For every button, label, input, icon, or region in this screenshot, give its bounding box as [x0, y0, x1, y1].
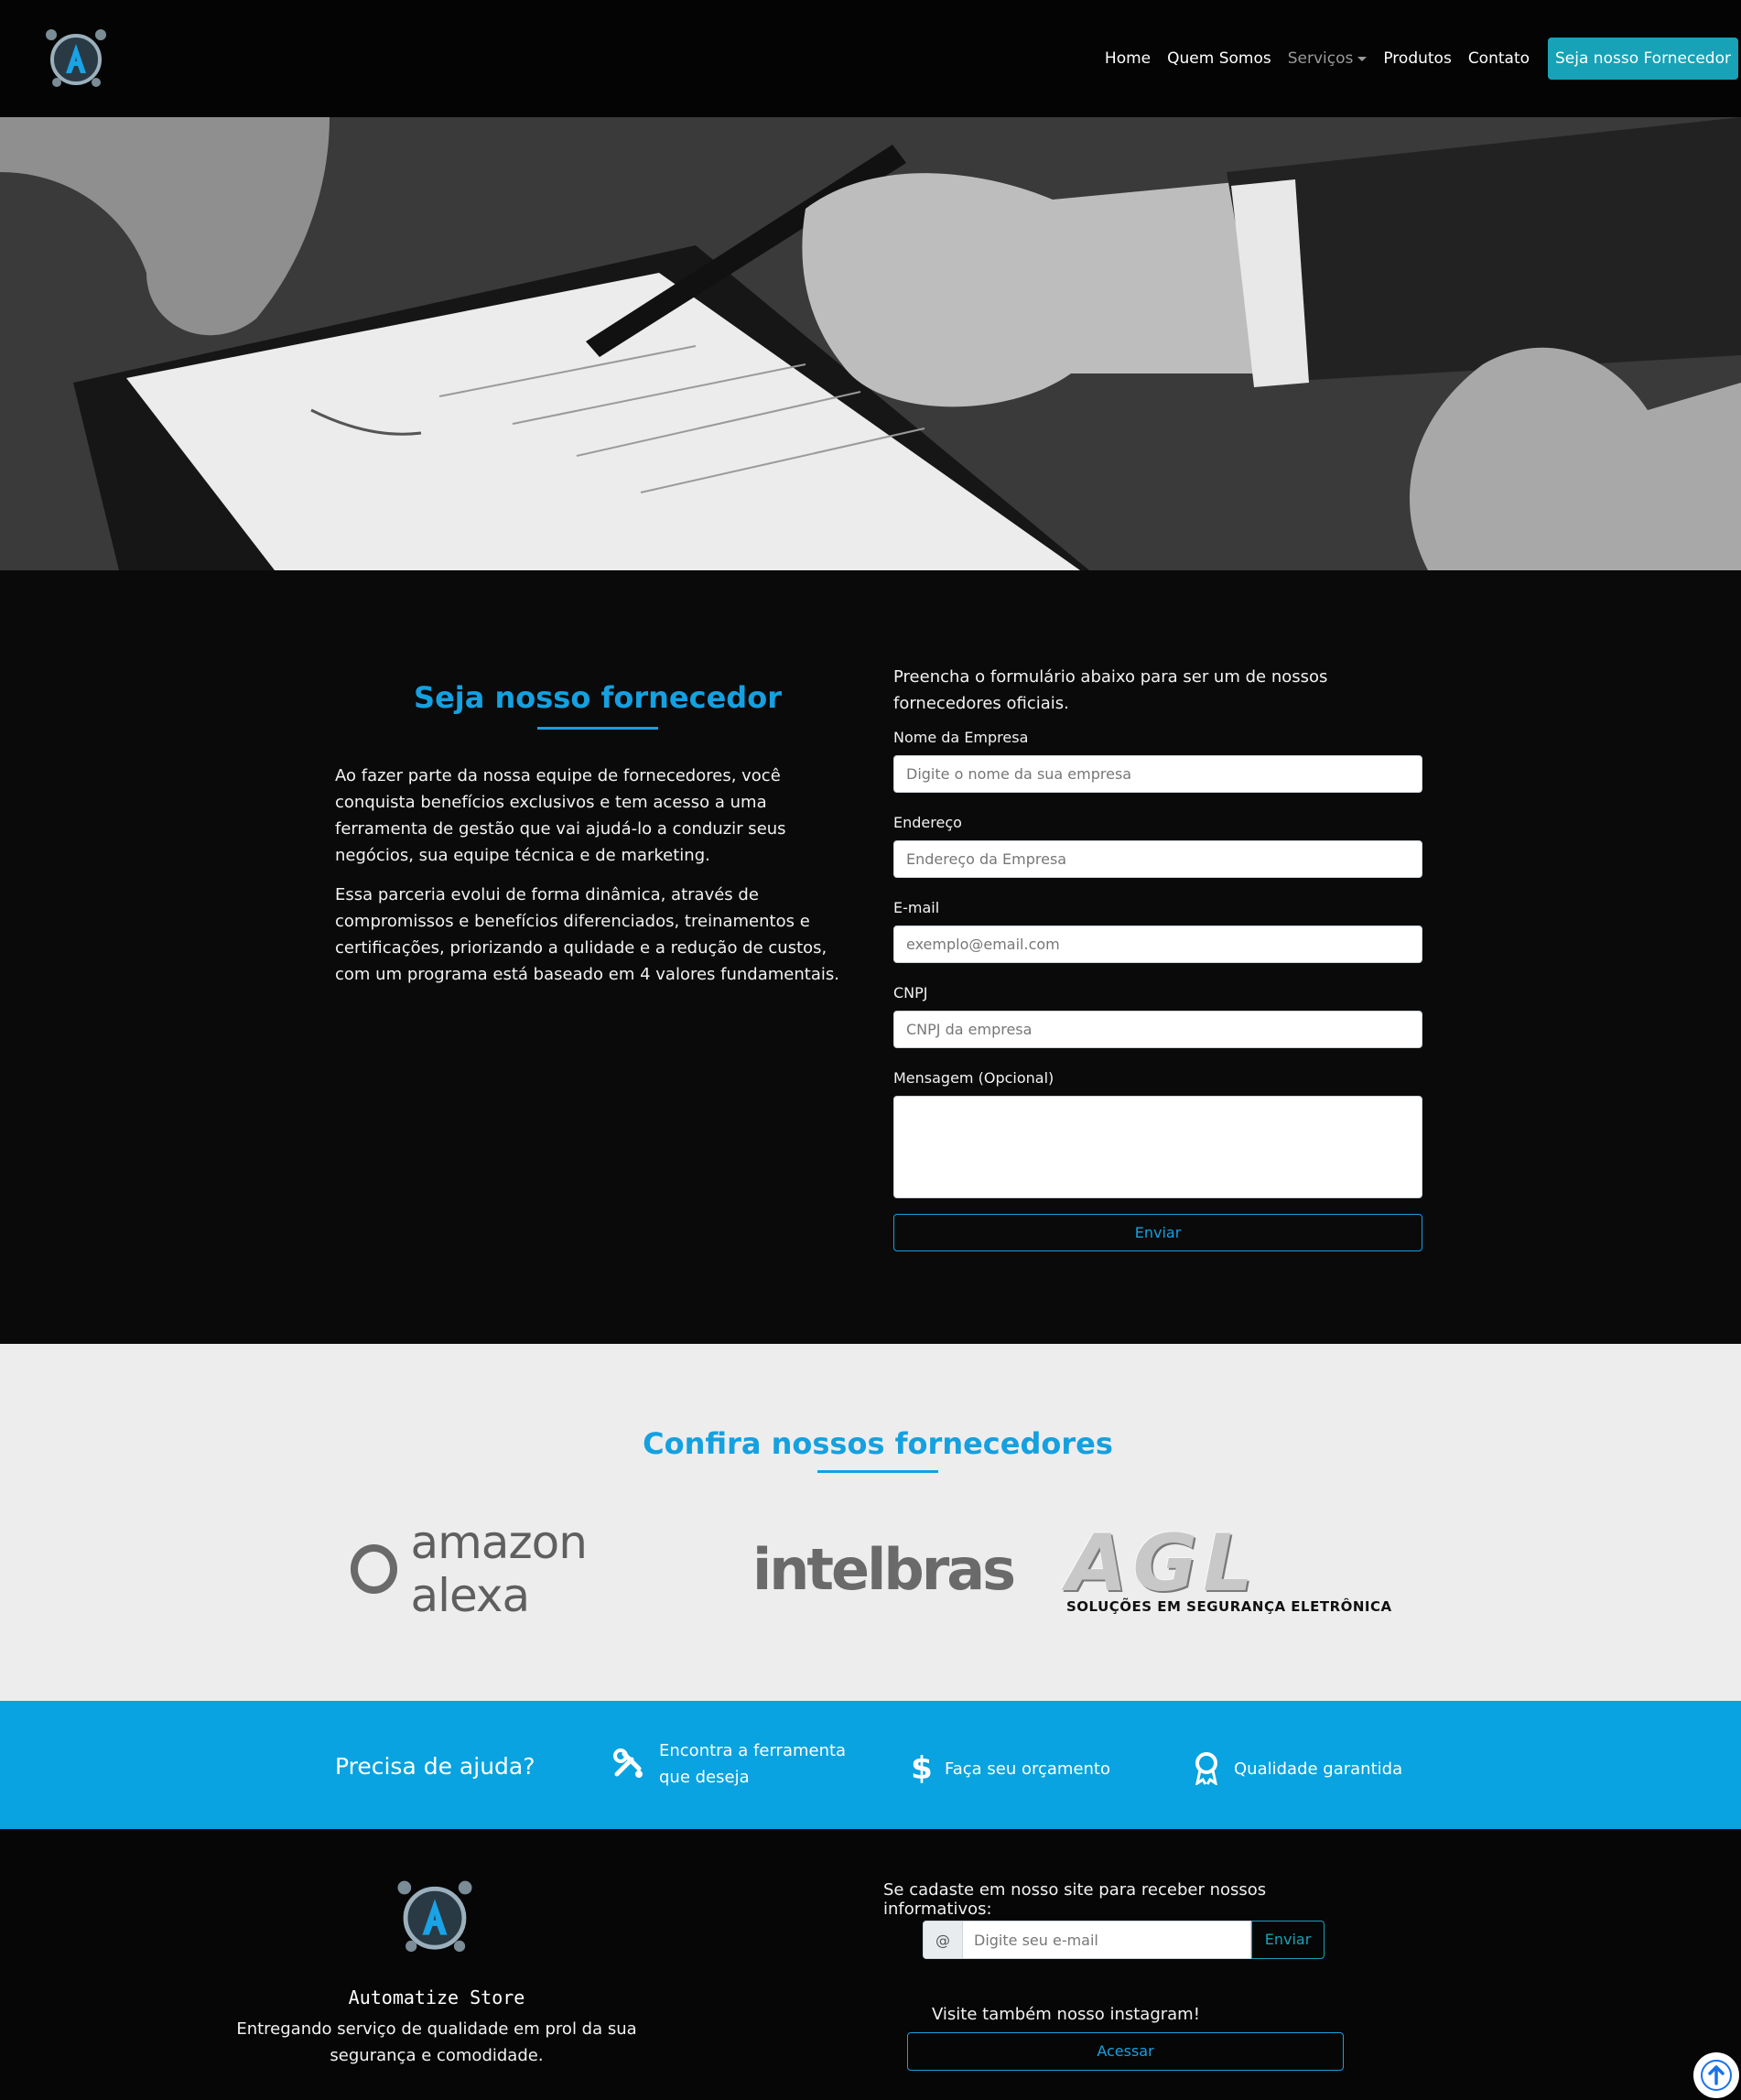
help-item-tools[interactable]: Encontra a ferramenta que deseja [611, 1737, 846, 1791]
help-item-label: Encontra a ferramenta que deseja [659, 1737, 846, 1791]
company-name-input[interactable] [893, 755, 1422, 793]
address-input[interactable] [893, 840, 1422, 878]
navbar: Home Quem Somos Serviços Produtos Contat… [0, 0, 1741, 117]
cnpj-input[interactable] [893, 1011, 1422, 1048]
newsletter-submit-button[interactable]: Enviar [1251, 1921, 1325, 1959]
nav-quem-somos[interactable]: Quem Somos [1167, 49, 1271, 68]
supplier-paragraph: Ao fazer parte da nossa equipe de fornec… [335, 766, 786, 865]
back-to-top-button[interactable] [1693, 2052, 1739, 2098]
message-textarea[interactable] [893, 1096, 1422, 1198]
newsletter-text: Se cadaste em nosso site para receber no… [883, 1880, 1267, 1919]
help-item-line: Encontra a ferramenta [659, 1741, 847, 1760]
automatize-logo-icon [395, 1878, 474, 1955]
email-input[interactable] [893, 926, 1422, 963]
nav-links: Home Quem Somos Serviços Produtos Contat… [1105, 38, 1741, 80]
seja-fornecedor-button[interactable]: Seja nosso Fornecedor [1548, 38, 1738, 80]
address-label: Endereço [893, 814, 962, 831]
nav-servicos-dropdown[interactable]: Serviços [1288, 49, 1368, 68]
agl-logo-subtitle: SOLUÇÕES EM SEGURANÇA ELETRÔNICA [1066, 1598, 1392, 1615]
nav-contato[interactable]: Contato [1468, 49, 1530, 68]
at-sign-icon: @ [923, 1921, 963, 1959]
help-bar: Precisa de ajuda? Encontra a ferramenta … [0, 1701, 1741, 1829]
tools-icon [611, 1747, 646, 1781]
supplier-description: Ao fazer parte da nossa equipe de fornec… [335, 763, 860, 1001]
intelbras-logo: intelbras [752, 1536, 1016, 1603]
submit-button[interactable]: Enviar [893, 1214, 1422, 1251]
partners-title: Confira nossos fornecedores [643, 1426, 1113, 1461]
help-item-orcamento[interactable]: $ Faça seu orçamento [911, 1749, 1110, 1787]
title-underline [537, 727, 658, 730]
email-label: E-mail [893, 899, 940, 916]
award-icon [1192, 1751, 1221, 1786]
amazon-alexa-logo: amazon alexa [351, 1516, 698, 1622]
newsletter-group: @ Enviar [923, 1921, 1325, 1959]
help-title: Precisa de ajuda? [335, 1753, 535, 1780]
agl-logo: AGL SOLUÇÕES EM SEGURANÇA ELETRÔNICA [1066, 1518, 1392, 1615]
footer-tagline: Entregando serviço de qualidade em prol … [236, 2019, 637, 2065]
footer-brand: Automatize Store [348, 1986, 525, 2008]
company-name-label: Nome da Empresa [893, 729, 1029, 746]
automatize-logo-icon[interactable] [44, 27, 108, 90]
alexa-ring-icon [351, 1544, 398, 1594]
caret-down-icon [1357, 56, 1368, 61]
arrow-up-icon [1701, 2060, 1732, 2091]
partners-section: Confira nossos fornecedores amazon alexa… [0, 1344, 1741, 1701]
supplier-form: Preencha o formulário abaixo para ser um… [893, 664, 1422, 1251]
help-item-qualidade[interactable]: Qualidade garantida [1192, 1751, 1402, 1786]
agl-logo-text: AGL [1066, 1518, 1259, 1609]
help-item-label: Faça seu orçamento [945, 1759, 1110, 1779]
instagram-text: Visite também nosso instagram! [932, 2005, 1200, 2024]
nav-home[interactable]: Home [1105, 49, 1151, 68]
help-item-line: que deseja [659, 1768, 750, 1787]
newsletter-email-input[interactable] [963, 1921, 1251, 1959]
form-intro: Preencha o formulário abaixo para ser um… [893, 667, 1328, 713]
instagram-button[interactable]: Acessar [907, 2032, 1344, 2071]
footer: Automatize Store Entregando serviço de q… [0, 1829, 1741, 2100]
nav-produtos[interactable]: Produtos [1383, 49, 1451, 68]
hero-image [0, 117, 1741, 570]
supplier-title: Seja nosso fornecedor [414, 680, 782, 715]
alexa-logo-text: amazon alexa [410, 1516, 588, 1622]
message-label: Mensagem (Opcional) [893, 1069, 1054, 1087]
supplier-section: Seja nosso fornecedor Ao fazer parte da … [0, 570, 1741, 1344]
dollar-icon: $ [911, 1749, 933, 1787]
cnpj-label: CNPJ [893, 984, 928, 1001]
nav-servicos-label: Serviços [1287, 49, 1354, 68]
supplier-paragraph: Essa parceria evolui de forma dinâmica, … [335, 885, 839, 984]
help-item-label: Qualidade garantida [1234, 1759, 1403, 1779]
title-underline [817, 1470, 938, 1473]
